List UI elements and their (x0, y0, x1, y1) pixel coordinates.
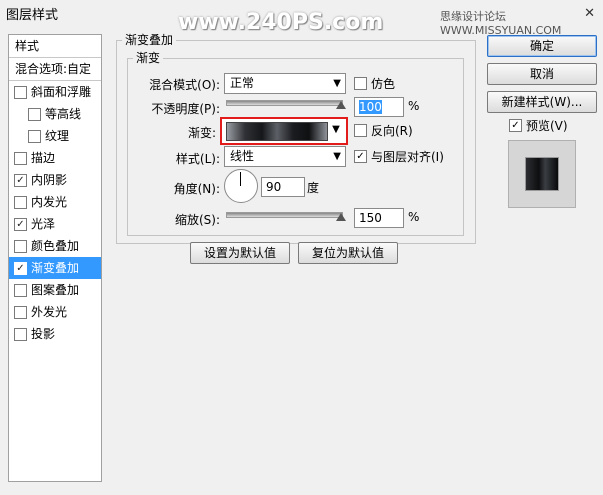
blend-mode-select[interactable]: 正常 ▼ (224, 73, 346, 94)
style-item-label: 斜面和浮雕 (31, 85, 92, 99)
watermark-site: 思缘设计论坛 WWW.MISSYUAN.COM (440, 10, 562, 37)
style-value: 线性 (230, 149, 255, 163)
angle-unit: 度 (307, 181, 320, 195)
opacity-label: 不透明度(P): (151, 102, 220, 116)
opacity-slider[interactable] (226, 100, 343, 106)
style-item-label: 描边 (31, 151, 56, 165)
align-with-layer-checkbox[interactable]: ✓ (354, 150, 367, 163)
cancel-button[interactable]: 取消 (487, 63, 597, 85)
dither-checkbox[interactable] (354, 77, 367, 90)
group-title: 渐变叠加 (122, 31, 177, 48)
style-item-gradient-overlay[interactable]: ✓ 渐变叠加 (9, 257, 101, 279)
style-item-inner-shadow[interactable]: ✓ 内阴影 (9, 169, 101, 191)
angle-label: 角度(N): (173, 182, 220, 196)
blend-mode-label: 混合模式(O): (149, 78, 220, 92)
style-item-outer-glow[interactable]: 外发光 (9, 301, 101, 323)
style-item-label: 纹理 (45, 129, 70, 143)
style-item-pattern-overlay[interactable]: 图案叠加 (9, 279, 101, 301)
checkbox[interactable] (14, 240, 27, 253)
styles-list: 样式 混合选项:自定 斜面和浮雕 等高线 纹理 描边 ✓ 内阴影 内发光 ✓ 光… (8, 34, 102, 482)
style-item-label: 内阴影 (31, 173, 68, 187)
checkbox[interactable] (14, 86, 27, 99)
checkbox[interactable] (14, 196, 27, 209)
opacity-unit: % (408, 99, 420, 113)
style-item-contour[interactable]: 等高线 (9, 103, 101, 125)
style-item-label: 颜色叠加 (31, 239, 80, 253)
style-item-texture[interactable]: 纹理 (9, 125, 101, 147)
scale-slider-thumb[interactable] (336, 213, 346, 221)
opacity-slider-thumb[interactable] (336, 101, 346, 109)
blend-options-item[interactable]: 混合选项:自定 (9, 58, 101, 81)
checkbox[interactable] (28, 130, 41, 143)
angle-dial[interactable] (224, 169, 258, 203)
style-item-label: 等高线 (45, 107, 82, 121)
set-default-button[interactable]: 设置为默认值 (190, 242, 290, 264)
style-preview (508, 140, 576, 208)
preview-thumbnail (526, 158, 558, 190)
checkbox[interactable] (14, 306, 27, 319)
chevron-down-icon: ▼ (333, 78, 341, 89)
checkbox[interactable]: ✓ (14, 262, 27, 275)
style-item-stroke[interactable]: 描边 (9, 147, 101, 169)
angle-input[interactable]: 90 (261, 177, 305, 197)
checkbox[interactable] (14, 284, 27, 297)
style-item-label: 投影 (31, 327, 56, 341)
checkbox[interactable]: ✓ (14, 218, 27, 231)
title-bar: 图层样式 www.240PS.com 思缘设计论坛 WWW.MISSYUAN.C… (0, 0, 603, 37)
style-item-satin[interactable]: ✓ 光泽 (9, 213, 101, 235)
checkbox[interactable]: ✓ (14, 174, 27, 187)
style-item-inner-glow[interactable]: 内发光 (9, 191, 101, 213)
chevron-down-icon: ▼ (333, 151, 341, 162)
gradient-swatch[interactable] (226, 122, 328, 141)
preview-checkbox[interactable]: ✓ (509, 119, 522, 132)
style-item-label: 光泽 (31, 217, 56, 231)
reverse-label: 反向(R) (371, 124, 413, 138)
scale-slider[interactable] (226, 212, 343, 218)
scale-label: 缩放(S): (174, 213, 220, 227)
checkbox[interactable] (28, 108, 41, 121)
blend-mode-value: 正常 (230, 76, 255, 90)
ok-button[interactable]: 确定 (487, 35, 597, 57)
opacity-input[interactable]: 100 (354, 97, 404, 117)
style-select[interactable]: 线性 ▼ (224, 146, 346, 167)
style-item-color-overlay[interactable]: 颜色叠加 (9, 235, 101, 257)
new-style-button[interactable]: 新建样式(W)... (487, 91, 597, 113)
styles-header[interactable]: 样式 (9, 35, 101, 58)
style-item-bevel-emboss[interactable]: 斜面和浮雕 (9, 81, 101, 103)
dither-label: 仿色 (371, 77, 396, 91)
style-item-label: 外发光 (31, 305, 68, 319)
style-item-label: 内发光 (31, 195, 68, 209)
watermark-text: www.240PS.com (178, 10, 384, 35)
preview-label: 预览(V) (526, 119, 568, 133)
checkbox[interactable] (14, 152, 27, 165)
style-label: 样式(L): (175, 152, 220, 166)
reverse-checkbox[interactable] (354, 124, 367, 137)
gradient-label: 渐变: (187, 126, 216, 140)
gradient-picker-highlight: ▼ (220, 117, 348, 145)
close-icon[interactable]: ✕ (584, 6, 595, 21)
style-item-label: 渐变叠加 (31, 261, 80, 275)
scale-unit: % (408, 210, 420, 224)
angle-indicator (240, 172, 241, 186)
window-title: 图层样式 (6, 8, 59, 23)
style-item-drop-shadow[interactable]: 投影 (9, 323, 101, 345)
chevron-down-icon[interactable]: ▼ (330, 124, 342, 136)
align-with-layer-label: 与图层对齐(I) (371, 150, 444, 164)
checkbox[interactable] (14, 328, 27, 341)
subgroup-title: 渐变 (133, 49, 164, 66)
scale-input[interactable]: 150 (354, 208, 404, 228)
style-item-label: 图案叠加 (31, 283, 80, 297)
opacity-value: 100 (359, 100, 382, 114)
reset-default-button[interactable]: 复位为默认值 (298, 242, 398, 264)
